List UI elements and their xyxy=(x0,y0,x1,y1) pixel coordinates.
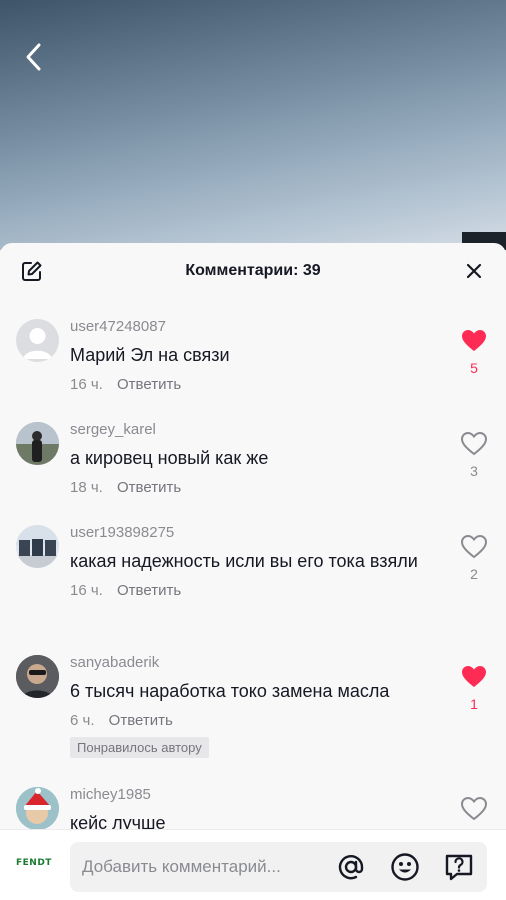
like-button[interactable]: 2 xyxy=(460,534,488,582)
heart-outline-icon xyxy=(460,534,488,559)
comment-body: sanyabaderik 6 тысяч наработка токо заме… xyxy=(70,653,440,758)
reply-button[interactable]: Ответить xyxy=(117,582,181,599)
avatar[interactable] xyxy=(16,422,59,465)
comment-meta: 6 ч. Ответить xyxy=(70,711,440,731)
reply-button[interactable]: Ответить xyxy=(109,712,173,729)
comment-username[interactable]: sanyabaderik xyxy=(70,653,440,673)
emoji-button[interactable] xyxy=(390,852,420,882)
edit-icon xyxy=(22,261,42,281)
comment-username[interactable]: user193898275 xyxy=(70,523,440,543)
comments-header: Комментарии: 39 xyxy=(0,243,506,298)
like-button[interactable]: 3 xyxy=(460,431,488,479)
comment-meta: 16 ч. Ответить xyxy=(70,375,440,395)
santa-photo-icon xyxy=(16,787,59,830)
trucks-photo-icon xyxy=(16,525,59,568)
like-count: 1 xyxy=(470,696,478,712)
avatar[interactable] xyxy=(16,319,59,362)
person-photo-icon xyxy=(16,422,59,465)
comments-sheet: Комментарии: 39 user47248087 Марий Эл на… xyxy=(0,243,506,900)
edit-button[interactable] xyxy=(20,259,44,283)
chevron-left-icon xyxy=(26,43,41,71)
comment-text: какая надежность исли вы его тока взяли xyxy=(70,551,418,571)
video-background xyxy=(0,0,506,250)
heart-icon xyxy=(462,666,486,687)
comment-username[interactable]: user47248087 xyxy=(70,317,440,337)
reply-button[interactable]: Ответить xyxy=(117,479,181,496)
back-button[interactable] xyxy=(18,40,48,74)
default-avatar-icon xyxy=(23,328,52,359)
comment-body: user47248087 Марий Эл на связи 16 ч. Отв… xyxy=(70,317,440,395)
comment-meta: 16 ч. Ответить xyxy=(70,581,440,601)
comment-text: а кировец новый как же xyxy=(70,448,269,468)
comment-time: 18 ч. xyxy=(70,479,103,496)
comment-meta: 18 ч. Ответить xyxy=(70,478,440,498)
at-icon xyxy=(338,855,364,880)
brand-logo: FENDT xyxy=(16,858,52,868)
close-button[interactable] xyxy=(462,259,486,283)
comment-username[interactable]: michey1985 xyxy=(70,785,440,805)
avatar[interactable] xyxy=(16,525,59,568)
comment-time: 16 ч. xyxy=(70,376,103,393)
question-icon xyxy=(445,854,473,881)
avatar[interactable] xyxy=(16,655,59,698)
emoji-icon xyxy=(391,853,419,881)
comment-time: 16 ч. xyxy=(70,582,103,599)
comment-input[interactable] xyxy=(82,842,327,892)
comment-text: 6 тысяч наработка токо замена масла xyxy=(70,681,390,701)
comment-body: sergey_karel а кировец новый как же 18 ч… xyxy=(70,420,440,498)
heart-icon xyxy=(462,330,486,351)
like-button[interactable]: 1 xyxy=(460,665,488,712)
comments-title: Комментарии: 39 xyxy=(185,261,321,279)
comment-composer: FENDT xyxy=(0,829,506,900)
like-button[interactable]: 5 xyxy=(460,329,488,376)
comment-body: user193898275 какая надежность исли вы е… xyxy=(70,523,440,601)
reply-button[interactable]: Ответить xyxy=(117,376,181,393)
mention-button[interactable] xyxy=(336,852,366,882)
liked-by-author-badge: Понравилось автору xyxy=(70,737,209,758)
heart-outline-icon xyxy=(460,431,488,456)
comment-username[interactable]: sergey_karel xyxy=(70,420,440,440)
like-count: 2 xyxy=(470,566,478,582)
heart-outline-icon xyxy=(460,796,488,821)
like-count: 3 xyxy=(470,463,478,479)
avatar[interactable] xyxy=(16,787,59,830)
close-icon xyxy=(466,263,482,279)
comment-text: Марий Эл на связи xyxy=(70,345,230,365)
person-photo-icon xyxy=(16,655,59,698)
comment-input-box xyxy=(70,842,487,892)
comment-time: 6 ч. xyxy=(70,712,95,729)
like-count: 5 xyxy=(470,360,478,376)
question-button[interactable] xyxy=(444,852,474,882)
